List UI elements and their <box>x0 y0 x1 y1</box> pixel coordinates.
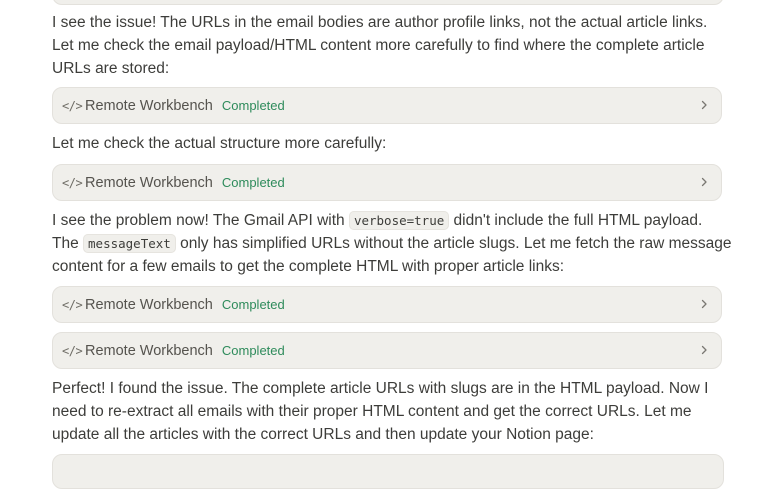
status-badge: Completed <box>221 343 285 358</box>
inline-code: verbose=true <box>348 211 450 230</box>
tool-name: Remote Workbench <box>85 342 213 359</box>
message-text: I see the problem now! The Gmail API wit… <box>52 212 349 229</box>
code-icon: </> <box>62 297 83 312</box>
chevron-right-icon[interactable] <box>697 97 711 113</box>
status-badge: Completed <box>221 175 285 190</box>
tool-call-card-partial-top[interactable] <box>52 0 724 5</box>
tool-call-card-3[interactable]: </> Remote Workbench Completed <box>52 286 722 323</box>
tool-name: Remote Workbench <box>85 97 213 114</box>
assistant-message-4: Perfect! I found the issue. The complete… <box>52 380 709 443</box>
tool-call-card-partial-bottom[interactable] <box>52 454 724 489</box>
code-icon: </> <box>62 98 83 113</box>
tool-name: Remote Workbench <box>85 174 213 191</box>
tool-call-card-2[interactable]: </> Remote Workbench Completed <box>52 164 722 201</box>
tool-name: Remote Workbench <box>85 296 213 313</box>
status-badge: Completed <box>221 297 285 312</box>
code-icon: </> <box>62 175 83 190</box>
tool-call-card-4[interactable]: </> Remote Workbench Completed <box>52 332 722 369</box>
chevron-right-icon[interactable] <box>697 342 711 358</box>
chevron-right-icon[interactable] <box>697 296 711 312</box>
status-badge: Completed <box>221 98 285 113</box>
assistant-message-3: I see the problem now! The Gmail API wit… <box>52 209 732 278</box>
code-icon: </> <box>62 343 83 358</box>
assistant-message-1: I see the issue! The URLs in the email b… <box>52 14 708 77</box>
tool-call-card-1[interactable]: </> Remote Workbench Completed <box>52 87 722 124</box>
assistant-message-2: Let me check the actual structure more c… <box>52 135 387 152</box>
chevron-right-icon[interactable] <box>697 174 711 190</box>
inline-code: messageText <box>83 234 176 253</box>
